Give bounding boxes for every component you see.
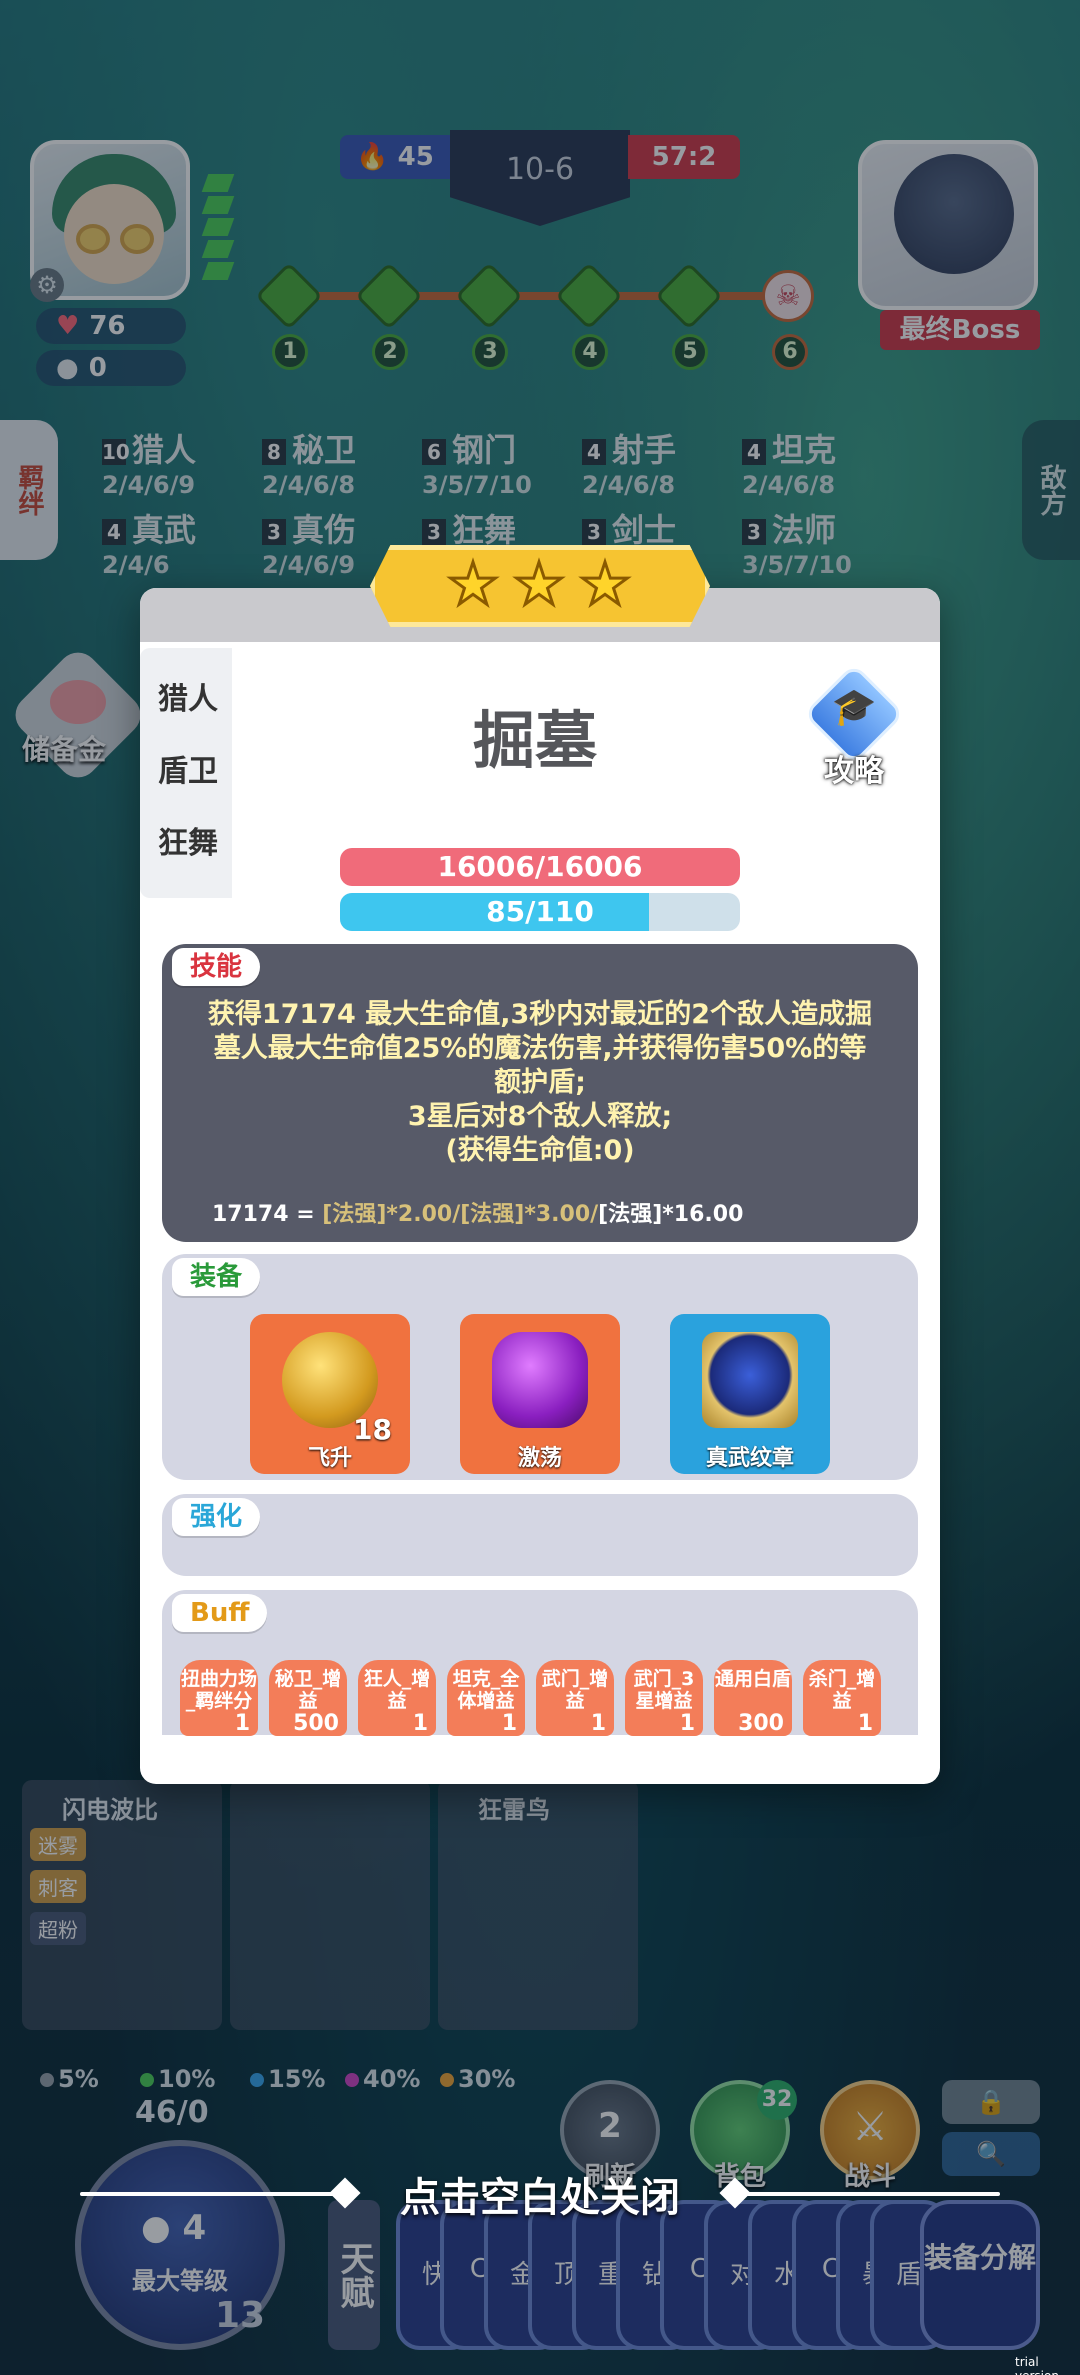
- trait-tab[interactable]: 狂舞: [144, 812, 232, 876]
- equipment-name: 激荡: [517, 1446, 562, 1471]
- enhance-tag: 强化: [172, 1498, 261, 1536]
- buff-value: 1: [501, 1711, 517, 1736]
- buff-name: 秘卫_增益: [274, 1668, 342, 1712]
- skill-line: 3星后对8个敌人释放;: [407, 1101, 673, 1132]
- guide-label: 攻略: [824, 754, 884, 789]
- mana-text: 85/110: [486, 895, 594, 928]
- star-icon: ★: [578, 550, 633, 618]
- buff-value: 300: [738, 1711, 784, 1736]
- buff-value: 1: [412, 1711, 428, 1736]
- buff-value: 1: [857, 1711, 873, 1736]
- formula-value: 17174 =: [212, 1202, 323, 1227]
- buff-item[interactable]: 秘卫_增益 500: [269, 1660, 347, 1736]
- buff-value: 1: [679, 1711, 695, 1736]
- buff-name: 杀门_增益: [808, 1668, 876, 1712]
- hero-mana-bar: 85/110: [340, 893, 740, 931]
- formula-part: [法强]*2.00/[法强]*3.00/: [322, 1202, 599, 1227]
- enhance-panel: [162, 1494, 918, 1576]
- buff-item[interactable]: 通用白盾 300: [714, 1660, 792, 1736]
- trait-tab[interactable]: 猎人: [144, 668, 232, 732]
- equipment-name: 飞升: [307, 1446, 352, 1471]
- skill-formula: 17174 = [法强]*2.00/[法强]*3.00/[法强]*16.00: [212, 1196, 892, 1228]
- buff-value: 500: [293, 1711, 339, 1736]
- star-icon: ★: [446, 550, 501, 618]
- formula-part: [法强]*16.00: [598, 1202, 744, 1227]
- crest-icon: [702, 1332, 798, 1428]
- guide-button[interactable]: 🎓 攻略: [803, 663, 905, 789]
- graduation-cap-icon: 🎓: [831, 687, 877, 728]
- skill-tag: 技能: [172, 948, 261, 986]
- hero-hp-bar: 16006/16006: [340, 848, 740, 886]
- equipment-tag: 装备: [172, 1258, 261, 1296]
- buff-tag: Buff: [172, 1594, 268, 1632]
- buff-item[interactable]: 武门_增益 1: [536, 1660, 614, 1736]
- equipment-slot[interactable]: 真武纹章: [670, 1314, 830, 1474]
- buff-item[interactable]: 扭曲力场_羁绊分 1: [180, 1660, 258, 1736]
- buff-name: 坦克_全体增益: [452, 1668, 520, 1712]
- hero-name: 掘墓: [472, 704, 597, 777]
- buff-item[interactable]: 坦克_全体增益 1: [447, 1660, 525, 1736]
- trait-tab[interactable]: 盾卫: [144, 740, 232, 804]
- buff-name: 扭曲力场_羁绊分: [180, 1668, 257, 1712]
- buff-name: 武门_3星增益: [633, 1668, 695, 1712]
- buff-item[interactable]: 狂人_增益 1: [358, 1660, 436, 1736]
- skill-description: 获得17174 最大生命值,3秒内对最近的2个敌人造成掘 墓人最大生命值25%的…: [190, 998, 890, 1168]
- skill-line: 额护盾;: [494, 1067, 586, 1098]
- equipment-slot[interactable]: 18 飞升: [250, 1314, 410, 1474]
- buff-item[interactable]: 杀门_增益 1: [803, 1660, 881, 1736]
- buff-name: 通用白盾: [714, 1668, 791, 1690]
- skill-line: (获得生命值:0): [445, 1135, 635, 1166]
- skill-line: 墓人最大生命值25%的魔法伤害,并获得伤害50%的等: [213, 1033, 867, 1064]
- close-hint[interactable]: 点击空白处关闭: [0, 2165, 1080, 2223]
- equipment-slot[interactable]: 激荡: [460, 1314, 620, 1474]
- buff-name: 狂人_增益: [363, 1668, 431, 1712]
- buff-name: 武门_增益: [541, 1668, 609, 1712]
- buff-value: 1: [590, 1711, 606, 1736]
- purple-gem-icon: [492, 1332, 588, 1428]
- trial-version-label: trial version: [1015, 2355, 1059, 2375]
- buff-value: 1: [234, 1711, 250, 1736]
- star-icon: ★: [512, 550, 567, 618]
- buff-item[interactable]: 武门_3星增益 1: [625, 1660, 703, 1736]
- skill-line: 获得17174 最大生命值,3秒内对最近的2个敌人造成掘: [207, 999, 873, 1030]
- equipment-name: 真武纹章: [705, 1446, 794, 1471]
